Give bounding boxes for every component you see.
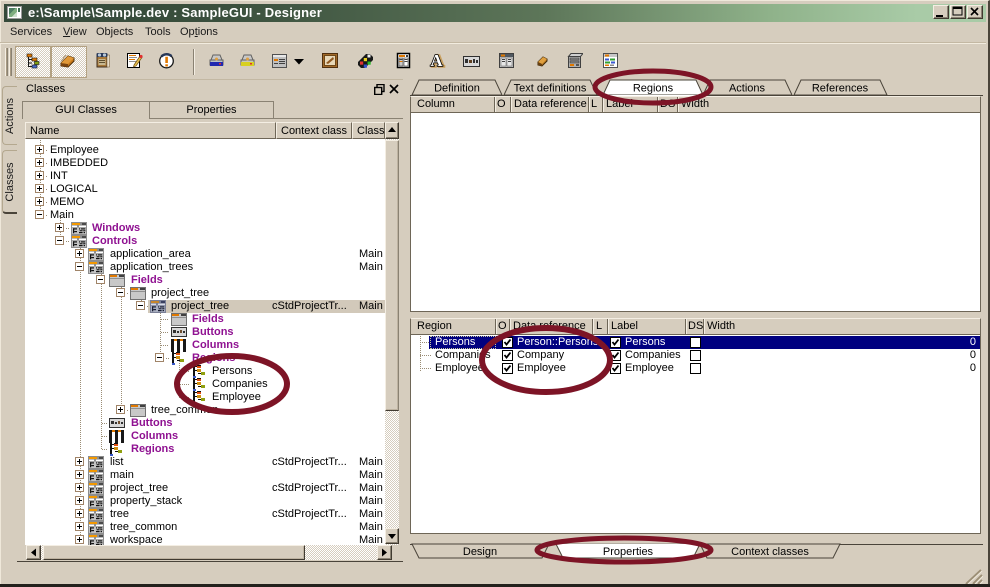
svg-text:Text definitions: Text definitions: [514, 83, 587, 95]
svg-text:References: References: [812, 83, 869, 95]
svg-text:Design: Design: [463, 546, 497, 558]
svg-text:Properties: Properties: [603, 546, 654, 558]
svg-text:Regions: Regions: [633, 83, 674, 95]
svg-text:A: A: [430, 51, 443, 69]
svg-text:Actions: Actions: [729, 83, 766, 95]
svg-text:Context classes: Context classes: [731, 546, 809, 558]
svg-text:Definition: Definition: [434, 83, 480, 95]
